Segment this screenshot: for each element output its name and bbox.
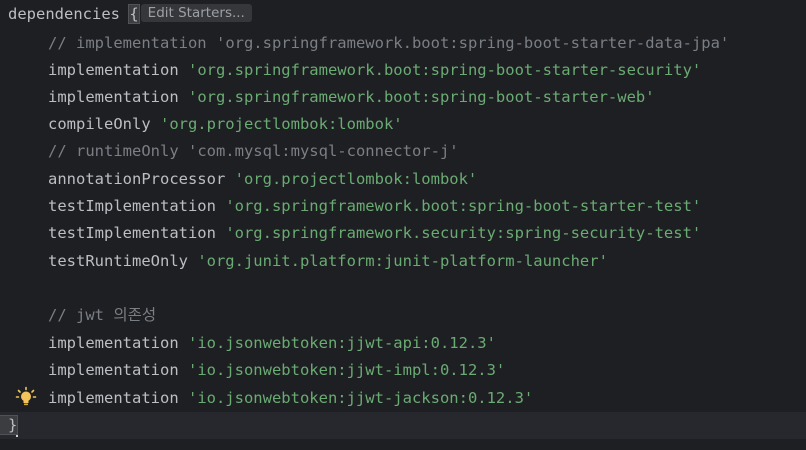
code-line-7[interactable]: testImplementation 'org.springframework.… (0, 193, 806, 220)
line-prefix: annotationProcessor (48, 170, 235, 188)
line-prefix: implementation (48, 361, 188, 379)
code-editor[interactable]: dependencies {Edit Starters... // implem… (0, 0, 806, 450)
code-line-4[interactable]: compileOnly 'org.projectlombok:lombok' (0, 111, 806, 138)
line-prefix: compileOnly (48, 115, 160, 133)
line-string: 'org.springframework.boot:spring-boot-st… (187, 88, 655, 106)
line-string: 'com.mysql:mysql-connector-j' (187, 142, 459, 160)
code-line-3[interactable]: implementation 'org.springframework.boot… (0, 84, 806, 111)
code-line-10-blank[interactable] (0, 275, 806, 302)
line-prefix: // implementation (48, 34, 216, 52)
line-string: 'org.projectlombok:lombok' (234, 170, 478, 188)
line-prefix: // runtimeOnly (48, 142, 188, 160)
open-brace: { (128, 4, 140, 24)
line-prefix: implementation (48, 88, 188, 106)
line-prefix: testImplementation (48, 197, 226, 215)
code-line-13[interactable]: implementation 'io.jsonwebtoken:jjwt-imp… (0, 357, 806, 384)
close-brace: } (0, 415, 19, 435)
code-line-closing[interactable]: } (0, 412, 806, 439)
code-line-1[interactable]: // implementation 'org.springframework.b… (0, 30, 806, 57)
dependencies-keyword: dependencies (8, 5, 120, 23)
line-prefix: implementation (48, 61, 188, 79)
line-string: 'org.springframework.boot:spring-boot-st… (215, 34, 730, 52)
lightbulb-icon[interactable] (15, 386, 37, 408)
code-line-8[interactable]: testImplementation 'org.springframework.… (0, 220, 806, 247)
line-prefix: implementation (48, 334, 188, 352)
code-line-12[interactable]: implementation 'io.jsonwebtoken:jjwt-api… (0, 330, 806, 357)
code-line-5[interactable]: // runtimeOnly 'com.mysql:mysql-connecto… (0, 138, 806, 165)
code-line-11[interactable]: // jwt 의존성 (0, 302, 806, 329)
line-prefix: testRuntimeOnly (48, 252, 198, 270)
edit-starters-inlay-button[interactable]: Edit Starters... (140, 3, 252, 22)
code-line-9[interactable]: testRuntimeOnly 'org.junit.platform:juni… (0, 248, 806, 275)
line-string: 'io.jsonwebtoken:jjwt-api:0.12.3' (187, 334, 496, 352)
line-string: 'org.projectlombok:lombok' (159, 115, 403, 133)
code-line-dependencies[interactable]: dependencies {Edit Starters... (0, 1, 806, 28)
line-string: 'org.springframework.security:spring-sec… (225, 224, 702, 242)
line-string: 'org.springframework.boot:spring-boot-st… (225, 197, 702, 215)
line-prefix: // jwt 의존성 (48, 306, 157, 324)
code-line-2[interactable]: implementation 'org.springframework.boot… (0, 57, 806, 84)
line-prefix: testImplementation (48, 224, 226, 242)
line-string: 'io.jsonwebtoken:jjwt-impl:0.12.3' (187, 361, 506, 379)
code-line-6[interactable]: annotationProcessor 'org.projectlombok:l… (0, 166, 806, 193)
code-line-14[interactable]: implementation 'io.jsonwebtoken:jjwt-jac… (0, 385, 806, 412)
line-string: 'org.springframework.boot:spring-boot-st… (187, 61, 702, 79)
line-prefix: implementation (48, 389, 188, 407)
line-string: 'io.jsonwebtoken:jjwt-jackson:0.12.3' (187, 389, 534, 407)
line-string: 'org.junit.platform:junit-platform-launc… (197, 252, 608, 270)
